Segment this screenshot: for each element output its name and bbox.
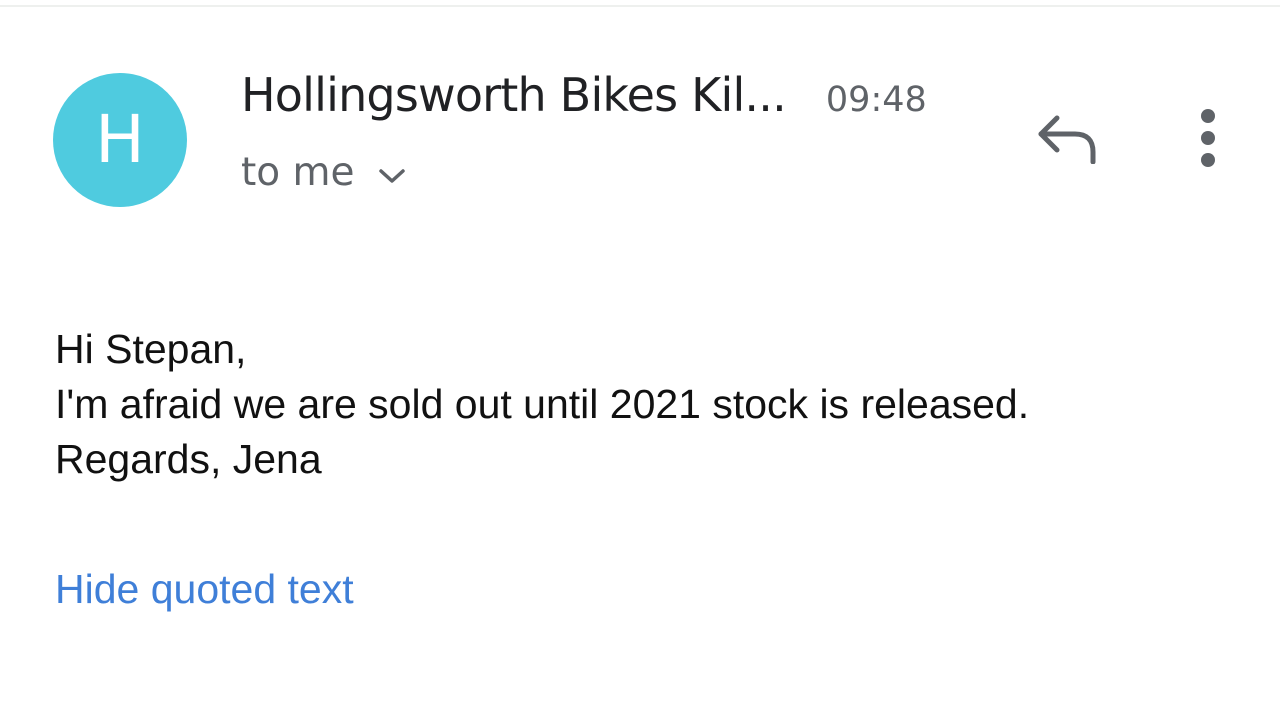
body-line-signoff: Regards, Jena	[55, 436, 322, 482]
sender-avatar[interactable]: H	[53, 73, 187, 207]
reply-icon	[1035, 112, 1099, 169]
recipient-label: to me	[241, 150, 355, 195]
body-line-greeting: Hi Stepan,	[55, 326, 247, 372]
reply-button[interactable]	[1030, 108, 1104, 172]
body-line-content: I'm afraid we are sold out until 2021 st…	[55, 381, 1030, 427]
email-message-view: H Hollingsworth Bikes Kil... 09:48 to me	[0, 0, 1280, 721]
recipient-details-toggle[interactable]: to me	[241, 150, 407, 195]
more-vert-icon	[1198, 108, 1218, 173]
sender-header: Hollingsworth Bikes Kil... 09:48	[241, 68, 927, 134]
sender-name[interactable]: Hollingsworth Bikes Kil...	[241, 68, 787, 122]
chevron-down-icon	[377, 166, 407, 186]
divider	[0, 5, 1280, 7]
avatar-letter: H	[95, 101, 145, 178]
more-options-button[interactable]	[1180, 104, 1236, 176]
hide-quoted-text-link[interactable]: Hide quoted text	[55, 566, 354, 613]
message-time: 09:48	[825, 80, 927, 120]
message-body: Hi Stepan, I'm afraid we are sold out un…	[55, 322, 1029, 487]
